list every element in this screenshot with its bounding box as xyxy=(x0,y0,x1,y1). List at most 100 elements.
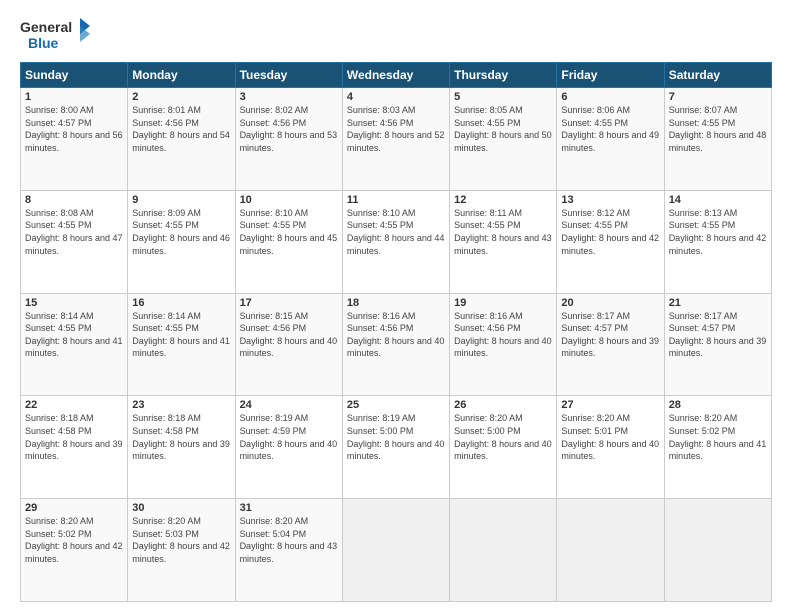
calendar-day-cell: 27 Sunrise: 8:20 AMSunset: 5:01 PMDaylig… xyxy=(557,396,664,499)
calendar-day-cell: 19 Sunrise: 8:16 AMSunset: 4:56 PMDaylig… xyxy=(450,293,557,396)
calendar-day-cell xyxy=(342,499,449,602)
day-info: Sunrise: 8:13 AMSunset: 4:55 PMDaylight:… xyxy=(669,208,767,256)
day-number: 26 xyxy=(454,399,552,411)
day-number: 10 xyxy=(240,194,338,206)
day-info: Sunrise: 8:19 AMSunset: 5:00 PMDaylight:… xyxy=(347,413,445,461)
day-number: 6 xyxy=(561,91,659,103)
day-info: Sunrise: 8:14 AMSunset: 4:55 PMDaylight:… xyxy=(25,311,123,359)
calendar-day-cell: 4 Sunrise: 8:03 AMSunset: 4:56 PMDayligh… xyxy=(342,88,449,191)
day-number: 2 xyxy=(132,91,230,103)
weekday-header-cell: Sunday xyxy=(21,63,128,88)
day-info: Sunrise: 8:00 AMSunset: 4:57 PMDaylight:… xyxy=(25,105,123,153)
calendar-week-row: 1 Sunrise: 8:00 AMSunset: 4:57 PMDayligh… xyxy=(21,88,772,191)
calendar-day-cell: 17 Sunrise: 8:15 AMSunset: 4:56 PMDaylig… xyxy=(235,293,342,396)
calendar-day-cell: 11 Sunrise: 8:10 AMSunset: 4:55 PMDaylig… xyxy=(342,190,449,293)
day-info: Sunrise: 8:02 AMSunset: 4:56 PMDaylight:… xyxy=(240,105,338,153)
day-info: Sunrise: 8:20 AMSunset: 5:04 PMDaylight:… xyxy=(240,516,338,564)
day-number: 4 xyxy=(347,91,445,103)
day-number: 24 xyxy=(240,399,338,411)
day-number: 14 xyxy=(669,194,767,206)
day-number: 1 xyxy=(25,91,123,103)
calendar-day-cell xyxy=(450,499,557,602)
calendar-day-cell: 8 Sunrise: 8:08 AMSunset: 4:55 PMDayligh… xyxy=(21,190,128,293)
logo-icon: General Blue xyxy=(20,16,90,54)
day-number: 8 xyxy=(25,194,123,206)
day-number: 20 xyxy=(561,297,659,309)
day-number: 28 xyxy=(669,399,767,411)
day-number: 5 xyxy=(454,91,552,103)
weekday-header-cell: Monday xyxy=(128,63,235,88)
day-number: 23 xyxy=(132,399,230,411)
day-info: Sunrise: 8:17 AMSunset: 4:57 PMDaylight:… xyxy=(561,311,659,359)
day-info: Sunrise: 8:11 AMSunset: 4:55 PMDaylight:… xyxy=(454,208,552,256)
calendar-week-row: 8 Sunrise: 8:08 AMSunset: 4:55 PMDayligh… xyxy=(21,190,772,293)
calendar-day-cell: 30 Sunrise: 8:20 AMSunset: 5:03 PMDaylig… xyxy=(128,499,235,602)
day-number: 15 xyxy=(25,297,123,309)
header: General Blue xyxy=(20,16,772,54)
day-number: 22 xyxy=(25,399,123,411)
calendar-day-cell: 24 Sunrise: 8:19 AMSunset: 4:59 PMDaylig… xyxy=(235,396,342,499)
day-number: 30 xyxy=(132,502,230,514)
day-info: Sunrise: 8:01 AMSunset: 4:56 PMDaylight:… xyxy=(132,105,230,153)
day-info: Sunrise: 8:07 AMSunset: 4:55 PMDaylight:… xyxy=(669,105,767,153)
calendar-day-cell: 23 Sunrise: 8:18 AMSunset: 4:58 PMDaylig… xyxy=(128,396,235,499)
day-info: Sunrise: 8:06 AMSunset: 4:55 PMDaylight:… xyxy=(561,105,659,153)
svg-text:General: General xyxy=(20,19,72,35)
day-info: Sunrise: 8:20 AMSunset: 5:00 PMDaylight:… xyxy=(454,413,552,461)
calendar-day-cell: 21 Sunrise: 8:17 AMSunset: 4:57 PMDaylig… xyxy=(664,293,771,396)
calendar-day-cell xyxy=(664,499,771,602)
calendar-day-cell: 14 Sunrise: 8:13 AMSunset: 4:55 PMDaylig… xyxy=(664,190,771,293)
day-number: 13 xyxy=(561,194,659,206)
calendar-day-cell: 1 Sunrise: 8:00 AMSunset: 4:57 PMDayligh… xyxy=(21,88,128,191)
day-info: Sunrise: 8:20 AMSunset: 5:01 PMDaylight:… xyxy=(561,413,659,461)
calendar-day-cell: 20 Sunrise: 8:17 AMSunset: 4:57 PMDaylig… xyxy=(557,293,664,396)
day-info: Sunrise: 8:18 AMSunset: 4:58 PMDaylight:… xyxy=(25,413,123,461)
calendar-day-cell: 12 Sunrise: 8:11 AMSunset: 4:55 PMDaylig… xyxy=(450,190,557,293)
day-info: Sunrise: 8:05 AMSunset: 4:55 PMDaylight:… xyxy=(454,105,552,153)
day-info: Sunrise: 8:08 AMSunset: 4:55 PMDaylight:… xyxy=(25,208,123,256)
day-info: Sunrise: 8:19 AMSunset: 4:59 PMDaylight:… xyxy=(240,413,338,461)
day-number: 18 xyxy=(347,297,445,309)
day-number: 29 xyxy=(25,502,123,514)
day-info: Sunrise: 8:12 AMSunset: 4:55 PMDaylight:… xyxy=(561,208,659,256)
calendar-day-cell: 10 Sunrise: 8:10 AMSunset: 4:55 PMDaylig… xyxy=(235,190,342,293)
calendar-day-cell: 25 Sunrise: 8:19 AMSunset: 5:00 PMDaylig… xyxy=(342,396,449,499)
weekday-header-cell: Wednesday xyxy=(342,63,449,88)
calendar-day-cell: 15 Sunrise: 8:14 AMSunset: 4:55 PMDaylig… xyxy=(21,293,128,396)
day-info: Sunrise: 8:14 AMSunset: 4:55 PMDaylight:… xyxy=(132,311,230,359)
day-number: 27 xyxy=(561,399,659,411)
day-info: Sunrise: 8:15 AMSunset: 4:56 PMDaylight:… xyxy=(240,311,338,359)
calendar-day-cell: 22 Sunrise: 8:18 AMSunset: 4:58 PMDaylig… xyxy=(21,396,128,499)
day-info: Sunrise: 8:20 AMSunset: 5:03 PMDaylight:… xyxy=(132,516,230,564)
day-number: 21 xyxy=(669,297,767,309)
day-number: 9 xyxy=(132,194,230,206)
day-number: 3 xyxy=(240,91,338,103)
calendar-day-cell: 6 Sunrise: 8:06 AMSunset: 4:55 PMDayligh… xyxy=(557,88,664,191)
calendar-day-cell: 3 Sunrise: 8:02 AMSunset: 4:56 PMDayligh… xyxy=(235,88,342,191)
weekday-header-cell: Saturday xyxy=(664,63,771,88)
calendar-day-cell: 18 Sunrise: 8:16 AMSunset: 4:56 PMDaylig… xyxy=(342,293,449,396)
calendar-day-cell: 2 Sunrise: 8:01 AMSunset: 4:56 PMDayligh… xyxy=(128,88,235,191)
day-info: Sunrise: 8:16 AMSunset: 4:56 PMDaylight:… xyxy=(454,311,552,359)
calendar-day-cell: 13 Sunrise: 8:12 AMSunset: 4:55 PMDaylig… xyxy=(557,190,664,293)
day-number: 7 xyxy=(669,91,767,103)
weekday-header-cell: Thursday xyxy=(450,63,557,88)
day-info: Sunrise: 8:10 AMSunset: 4:55 PMDaylight:… xyxy=(240,208,338,256)
calendar-day-cell: 31 Sunrise: 8:20 AMSunset: 5:04 PMDaylig… xyxy=(235,499,342,602)
day-info: Sunrise: 8:17 AMSunset: 4:57 PMDaylight:… xyxy=(669,311,767,359)
calendar-week-row: 15 Sunrise: 8:14 AMSunset: 4:55 PMDaylig… xyxy=(21,293,772,396)
calendar-table: SundayMondayTuesdayWednesdayThursdayFrid… xyxy=(20,62,772,602)
weekday-header-row: SundayMondayTuesdayWednesdayThursdayFrid… xyxy=(21,63,772,88)
day-number: 12 xyxy=(454,194,552,206)
page: General Blue SundayMondayTuesdayWednesda… xyxy=(0,0,792,612)
day-number: 17 xyxy=(240,297,338,309)
calendar-day-cell: 7 Sunrise: 8:07 AMSunset: 4:55 PMDayligh… xyxy=(664,88,771,191)
calendar-week-row: 22 Sunrise: 8:18 AMSunset: 4:58 PMDaylig… xyxy=(21,396,772,499)
calendar-day-cell: 16 Sunrise: 8:14 AMSunset: 4:55 PMDaylig… xyxy=(128,293,235,396)
calendar-day-cell: 26 Sunrise: 8:20 AMSunset: 5:00 PMDaylig… xyxy=(450,396,557,499)
calendar-week-row: 29 Sunrise: 8:20 AMSunset: 5:02 PMDaylig… xyxy=(21,499,772,602)
calendar-body: 1 Sunrise: 8:00 AMSunset: 4:57 PMDayligh… xyxy=(21,88,772,602)
day-number: 11 xyxy=(347,194,445,206)
calendar-day-cell: 29 Sunrise: 8:20 AMSunset: 5:02 PMDaylig… xyxy=(21,499,128,602)
day-info: Sunrise: 8:10 AMSunset: 4:55 PMDaylight:… xyxy=(347,208,445,256)
